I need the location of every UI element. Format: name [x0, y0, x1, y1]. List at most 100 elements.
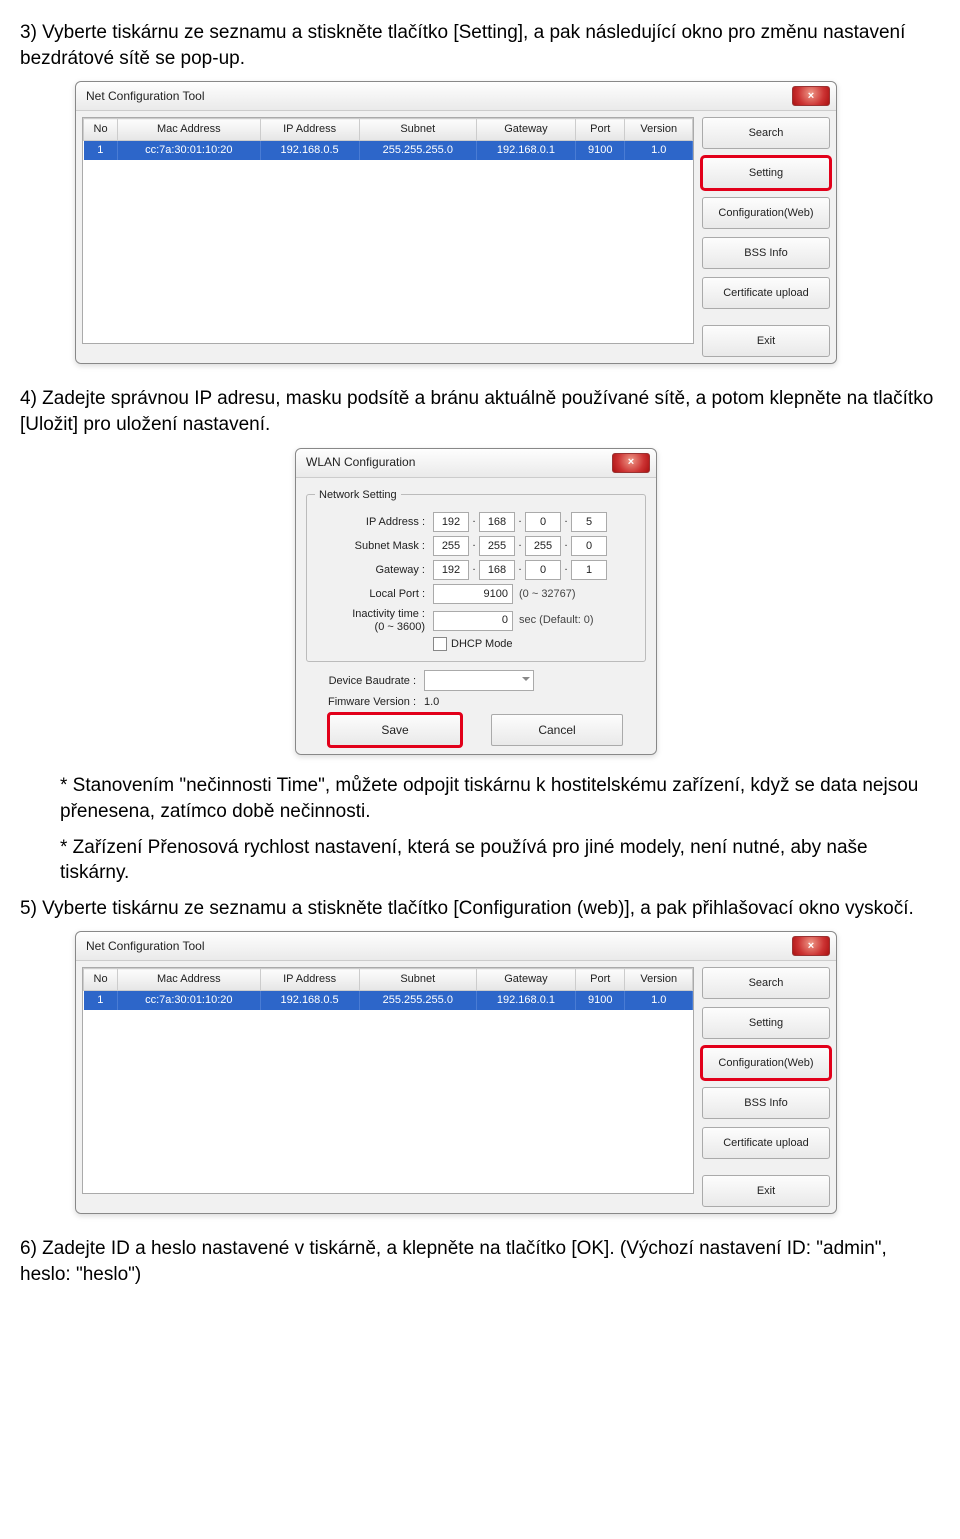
subnet-mask-label: Subnet Mask : — [315, 539, 425, 554]
ip-seg[interactable]: 192 — [433, 560, 469, 580]
inactivity-hint: sec (Default: 0) — [519, 613, 594, 628]
cell-port: 9100 — [576, 141, 625, 160]
col-ip[interactable]: IP Address — [260, 969, 359, 991]
cell-gateway: 192.168.0.1 — [476, 141, 575, 160]
configuration-web-button[interactable]: Configuration(Web) — [702, 197, 830, 229]
printer-table[interactable]: No Mac Address IP Address Subnet Gateway… — [82, 967, 694, 1194]
ip-seg[interactable]: 5 — [571, 512, 607, 532]
window-title: WLAN Configuration — [306, 454, 612, 470]
ip-seg[interactable]: 168 — [479, 560, 515, 580]
cell-mac: cc:7a:30:01:10:20 — [118, 141, 260, 160]
gateway-label: Gateway : — [315, 563, 425, 578]
col-no[interactable]: No — [84, 119, 118, 141]
note-inactivity: * Stanovením "nečinnosti Time", můžete o… — [20, 773, 940, 824]
bss-info-button[interactable]: BSS Info — [702, 1087, 830, 1119]
col-port[interactable]: Port — [576, 969, 625, 991]
cell-subnet: 255.255.255.0 — [359, 991, 476, 1010]
bss-info-button[interactable]: BSS Info — [702, 237, 830, 269]
col-version[interactable]: Version — [625, 969, 693, 991]
dhcp-mode-label: DHCP Mode — [451, 637, 513, 652]
col-subnet[interactable]: Subnet — [359, 969, 476, 991]
col-gateway[interactable]: Gateway — [476, 119, 575, 141]
inactivity-label: Inactivity time : (0 ~ 3600) — [315, 608, 425, 632]
step-6-text: 6) Zadejte ID a heslo nastavené v tiskár… — [20, 1236, 940, 1287]
cell-port: 9100 — [576, 991, 625, 1010]
step-4-text: 4) Zadejte správnou IP adresu, masku pod… — [20, 386, 940, 437]
printer-table[interactable]: No Mac Address IP Address Subnet Gateway… — [82, 117, 694, 344]
configuration-web-button[interactable]: Configuration(Web) — [702, 1047, 830, 1079]
setting-button[interactable]: Setting — [702, 157, 830, 189]
step-6-content: 6) Zadejte ID a heslo nastavené v tiskár… — [20, 1238, 887, 1285]
setting-button[interactable]: Setting — [702, 1007, 830, 1039]
col-mac[interactable]: Mac Address — [118, 969, 260, 991]
search-button[interactable]: Search — [702, 117, 830, 149]
close-icon[interactable]: × — [792, 86, 830, 106]
certificate-upload-button[interactable]: Certificate upload — [702, 277, 830, 309]
col-port[interactable]: Port — [576, 119, 625, 141]
col-ip[interactable]: IP Address — [260, 119, 359, 141]
step-3-content: 3) Vyberte tiskárnu ze seznamu a stiskně… — [20, 22, 905, 69]
inactivity-label-main: Inactivity time : — [352, 608, 425, 620]
ip-seg[interactable]: 192 — [433, 512, 469, 532]
ip-seg[interactable]: 1 — [571, 560, 607, 580]
ip-address-input[interactable]: 192. 168. 0. 5 — [433, 512, 607, 532]
side-button-panel: Search Setting Configuration(Web) BSS In… — [702, 117, 830, 357]
cell-no: 1 — [84, 141, 118, 160]
save-button[interactable]: Save — [329, 714, 461, 746]
col-version[interactable]: Version — [625, 119, 693, 141]
local-port-input[interactable]: 9100 — [433, 584, 513, 604]
table-row[interactable]: 1 cc:7a:30:01:10:20 192.168.0.5 255.255.… — [84, 141, 693, 160]
cell-version: 1.0 — [625, 141, 693, 160]
cell-ip: 192.168.0.5 — [260, 991, 359, 1010]
titlebar: Net Configuration Tool × — [76, 932, 836, 961]
net-config-tool-window-2: Net Configuration Tool × No Mac Address … — [75, 931, 837, 1214]
note-baudrate-text: * Zařízení Přenosová rychlost nastavení,… — [60, 837, 868, 884]
net-config-tool-window-1: Net Configuration Tool × No Mac Address … — [75, 81, 837, 364]
exit-button[interactable]: Exit — [702, 1175, 830, 1207]
titlebar: Net Configuration Tool × — [76, 82, 836, 111]
cell-mac: cc:7a:30:01:10:20 — [118, 991, 260, 1010]
cell-subnet: 255.255.255.0 — [359, 141, 476, 160]
step-5-text: 5) Vyberte tiskárnu ze seznamu a stiskně… — [20, 896, 940, 922]
device-baudrate-select[interactable] — [424, 670, 534, 691]
search-button[interactable]: Search — [702, 967, 830, 999]
col-gateway[interactable]: Gateway — [476, 969, 575, 991]
cancel-button[interactable]: Cancel — [491, 714, 623, 746]
certificate-upload-button[interactable]: Certificate upload — [702, 1127, 830, 1159]
ip-seg[interactable]: 255 — [479, 536, 515, 556]
checkbox-icon[interactable] — [433, 637, 447, 651]
cell-no: 1 — [84, 991, 118, 1010]
step-5-content: 5) Vyberte tiskárnu ze seznamu a stiskně… — [20, 898, 914, 919]
note-inactivity-text: * Stanovením "nečinnosti Time", můžete o… — [60, 775, 918, 822]
side-button-panel: Search Setting Configuration(Web) BSS In… — [702, 967, 830, 1207]
note-baudrate: * Zařízení Přenosová rychlost nastavení,… — [20, 835, 940, 886]
ip-seg[interactable]: 168 — [479, 512, 515, 532]
network-setting-group: Network Setting IP Address : 192. 168. 0… — [306, 488, 646, 663]
step-4-content: 4) Zadejte správnou IP adresu, masku pod… — [20, 388, 933, 435]
inactivity-input[interactable]: 0 — [433, 611, 513, 631]
col-subnet[interactable]: Subnet — [359, 119, 476, 141]
dhcp-mode-checkbox[interactable]: DHCP Mode — [433, 637, 637, 652]
gateway-input[interactable]: 192. 168. 0. 1 — [433, 560, 607, 580]
ip-seg[interactable]: 0 — [571, 536, 607, 556]
ip-seg[interactable]: 0 — [525, 512, 561, 532]
titlebar: WLAN Configuration × — [296, 449, 656, 478]
ip-seg[interactable]: 255 — [433, 536, 469, 556]
window-title: Net Configuration Tool — [86, 88, 792, 104]
exit-button[interactable]: Exit — [702, 325, 830, 357]
firmware-version-label: Fimware Version : — [306, 695, 416, 710]
col-mac[interactable]: Mac Address — [118, 119, 260, 141]
col-no[interactable]: No — [84, 969, 118, 991]
cell-gateway: 192.168.0.1 — [476, 991, 575, 1010]
subnet-mask-input[interactable]: 255. 255. 255. 0 — [433, 536, 607, 556]
firmware-version-value: 1.0 — [424, 695, 439, 710]
inactivity-label-sub: (0 ~ 3600) — [375, 621, 425, 633]
table-row[interactable]: 1 cc:7a:30:01:10:20 192.168.0.5 255.255.… — [84, 991, 693, 1010]
ip-seg[interactable]: 0 — [525, 560, 561, 580]
close-icon[interactable]: × — [612, 453, 650, 473]
close-icon[interactable]: × — [792, 936, 830, 956]
ip-seg[interactable]: 255 — [525, 536, 561, 556]
wlan-config-window: WLAN Configuration × Network Setting IP … — [295, 448, 657, 756]
window-title: Net Configuration Tool — [86, 938, 792, 954]
ip-address-label: IP Address : — [315, 515, 425, 530]
